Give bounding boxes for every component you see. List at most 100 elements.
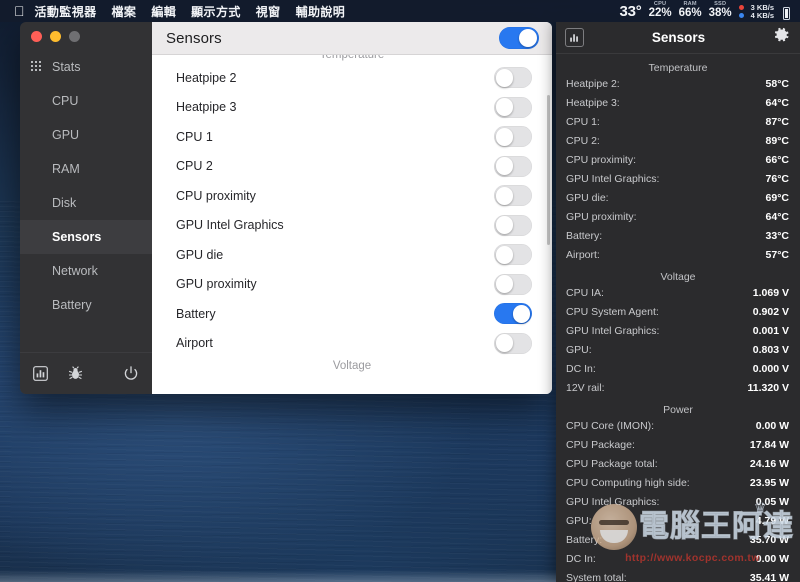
sidebar-item-label: GPU xyxy=(31,128,79,142)
menu-bar-status-area: 33° CPU 22% RAM 66% SSD 38% 3 KB/s 4 KB/… xyxy=(619,2,793,19)
reading-key: GPU die: xyxy=(566,192,609,204)
list-item: CPU System Agent: 0.902 V xyxy=(556,306,800,325)
sensors-scroll-area[interactable]: Temperature Heatpipe 2 Heatpipe 3 CPU 1 … xyxy=(152,55,552,394)
table-row[interactable]: CPU 1 xyxy=(152,122,552,152)
sidebar-bottom-toolbar xyxy=(20,352,152,394)
sensor-row-toggle[interactable] xyxy=(494,156,532,177)
list-item: CPU IA:1.069 V xyxy=(556,287,800,306)
sidebar-item-gpu[interactable]: GPU xyxy=(20,118,152,152)
list-item: System total:35.41 W xyxy=(556,572,800,582)
menu-item-activity-monitor[interactable]: 活動監視器 xyxy=(35,3,97,20)
gear-icon[interactable] xyxy=(773,27,789,48)
menu-item-file[interactable]: 檔案 xyxy=(112,3,137,20)
table-row[interactable]: Heatpipe 3 xyxy=(152,93,552,123)
sensor-row-label: GPU die xyxy=(176,248,223,262)
reading-key: Airport: xyxy=(566,249,600,261)
table-row[interactable]: CPU proximity xyxy=(152,181,552,211)
popover-title: Sensors xyxy=(652,30,705,45)
pane-title: Sensors xyxy=(166,30,222,47)
sensors-settings-pane: Sensors Temperature Heatpipe 2 Heatpipe … xyxy=(152,22,552,394)
sidebar-nav-list: Stats CPU GPU RAM Disk Sensors Network B… xyxy=(20,50,152,322)
reading-key: CPU Package: xyxy=(566,439,635,451)
sidebar-item-sensors[interactable]: Sensors xyxy=(20,220,152,254)
list-item: Airport:57°C xyxy=(556,249,800,268)
vertical-scrollbar[interactable] xyxy=(547,95,550,245)
status-temperature[interactable]: 33° xyxy=(619,3,641,20)
status-cpu[interactable]: CPU 22% xyxy=(649,2,672,19)
table-row[interactable]: GPU Intel Graphics xyxy=(152,211,552,241)
popover-body: Temperature Heatpipe 2:58°C Heatpipe 3:6… xyxy=(556,54,800,582)
menu-item-window[interactable]: 視窗 xyxy=(256,3,281,20)
chart-icon[interactable] xyxy=(33,366,48,381)
status-ssd[interactable]: SSD 38% xyxy=(709,2,732,19)
sensor-row-toggle[interactable] xyxy=(494,303,532,324)
list-item: CPU Package total:24.16 W xyxy=(556,458,800,477)
sidebar-item-network[interactable]: Network xyxy=(20,254,152,288)
reading-key: CPU proximity: xyxy=(566,154,636,166)
table-row[interactable]: Battery xyxy=(152,299,552,329)
sensor-row-toggle[interactable] xyxy=(494,274,532,295)
sensor-row-toggle[interactable] xyxy=(494,126,532,147)
list-item: Battery: 35.70 W xyxy=(556,534,800,553)
menu-item-view[interactable]: 顯示方式 xyxy=(191,3,241,20)
table-row[interactable]: Heatpipe 2 xyxy=(152,63,552,93)
list-item: Heatpipe 2:58°C xyxy=(556,78,800,97)
status-ram[interactable]: RAM 66% xyxy=(679,2,702,19)
list-item: CPU 2:89°C xyxy=(556,135,800,154)
reading-key: CPU System Agent: xyxy=(566,306,659,318)
sensor-row-toggle[interactable] xyxy=(494,244,532,265)
sidebar-item-battery[interactable]: Battery xyxy=(20,288,152,322)
sensor-row-toggle[interactable] xyxy=(494,67,532,88)
list-item: CPU 1:87°C xyxy=(556,116,800,135)
apple-logo-icon[interactable]:  xyxy=(14,4,25,18)
sensor-row-toggle[interactable] xyxy=(494,97,532,118)
table-row[interactable]: Airport xyxy=(152,329,552,359)
sidebar-item-disk[interactable]: Disk xyxy=(20,186,152,220)
upload-dot-icon xyxy=(739,5,744,10)
list-item: CPU Package: 17.84 W xyxy=(556,439,800,458)
popover-section-heading: Temperature xyxy=(556,59,800,78)
reading-key: GPU Intel Graphics: xyxy=(566,173,659,185)
battery-full-icon[interactable] xyxy=(783,7,790,20)
menu-item-help[interactable]: 輔助說明 xyxy=(296,3,346,20)
reading-key: Battery: xyxy=(566,534,602,546)
reading-key: GPU proximity: xyxy=(566,211,637,223)
reading-value: 66°C xyxy=(766,154,789,166)
reading-value: 35.41 W xyxy=(750,572,789,582)
reading-key: GPU Intel Graphics: xyxy=(566,496,659,508)
menu-item-edit[interactable]: 編輯 xyxy=(151,3,176,20)
sensor-row-toggle[interactable] xyxy=(494,185,532,206)
sensor-row-toggle[interactable] xyxy=(494,333,532,354)
chart-icon[interactable] xyxy=(565,28,584,47)
reading-value: 0.902 V xyxy=(753,306,789,318)
reading-value: 17.84 W xyxy=(750,439,789,451)
minimize-window-button[interactable] xyxy=(50,31,61,42)
network-activity-dots[interactable] xyxy=(739,5,744,20)
reading-value: 64°C xyxy=(766,97,789,109)
sensor-row-label: CPU 2 xyxy=(176,159,213,173)
table-row[interactable]: GPU die xyxy=(152,240,552,270)
reading-value: 35.70 W xyxy=(750,534,789,546)
reading-value: 58°C xyxy=(766,78,789,90)
sensor-row-toggle[interactable] xyxy=(494,215,532,236)
group-header-temperature: Temperature xyxy=(152,55,552,63)
close-window-button[interactable] xyxy=(31,31,42,42)
sensors-master-toggle[interactable] xyxy=(499,27,539,49)
list-item: GPU:4.79 W xyxy=(556,515,800,534)
sensor-row-label: CPU proximity xyxy=(176,189,256,203)
table-row[interactable]: CPU 2 xyxy=(152,152,552,182)
sidebar-item-ram[interactable]: RAM xyxy=(20,152,152,186)
status-network[interactable]: 3 KB/s 4 KB/s xyxy=(751,4,774,20)
status-ram-value: 66% xyxy=(679,8,702,20)
bug-icon[interactable] xyxy=(68,366,83,381)
reading-value: 11.320 V xyxy=(748,382,789,394)
reading-value: 0.00 W xyxy=(756,420,789,432)
power-icon[interactable] xyxy=(123,366,139,382)
table-row[interactable]: GPU proximity xyxy=(152,270,552,300)
list-item: Battery:33°C xyxy=(556,230,800,249)
list-item: GPU Intel Graphics:0.001 V xyxy=(556,325,800,344)
reading-value: 23.95 W xyxy=(750,477,789,489)
sidebar-item-cpu[interactable]: CPU xyxy=(20,84,152,118)
zoom-window-button[interactable] xyxy=(69,31,80,42)
sidebar-item-stats[interactable]: Stats xyxy=(20,50,152,84)
